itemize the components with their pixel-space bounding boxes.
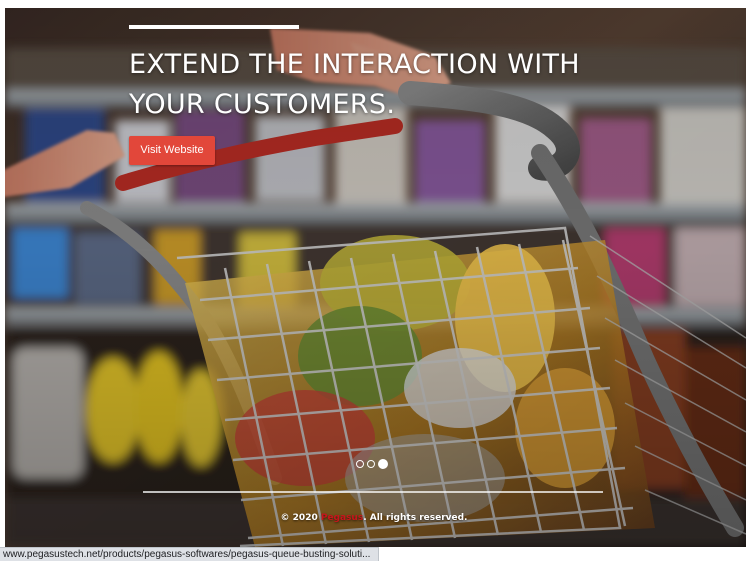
hero-title-line-2: YOUR CUSTOMERS. (129, 89, 396, 120)
hero-accent-rule (129, 25, 299, 29)
pegasus-brand-link[interactable]: Pegasus (321, 513, 363, 523)
carousel-dot-3-active[interactable] (378, 459, 388, 469)
hero-title: EXTEND THE INTERACTION WITH YOUR CUSTOME… (129, 45, 599, 125)
hero-slider: EXTEND THE INTERACTION WITH YOUR CUSTOME… (5, 8, 746, 547)
copyright-prefix: © 2020 (280, 513, 318, 523)
browser-page: EXTEND THE INTERACTION WITH YOUR CUSTOME… (0, 0, 746, 561)
copyright-text: © 2020 Pegasus. All rights reserved. (193, 513, 555, 523)
carousel-dot-2[interactable] (367, 460, 375, 468)
footer-divider (143, 491, 603, 493)
browser-status-url: www.pegasustech.net/products/pegasus-sof… (0, 547, 379, 561)
carousel-dot-1[interactable] (356, 460, 364, 468)
carousel-indicators (356, 459, 388, 469)
visit-website-button[interactable]: Visit Website (129, 136, 215, 165)
hero-title-line-1: EXTEND THE INTERACTION WITH (129, 49, 580, 80)
copyright-suffix: . All rights reserved. (363, 513, 468, 523)
